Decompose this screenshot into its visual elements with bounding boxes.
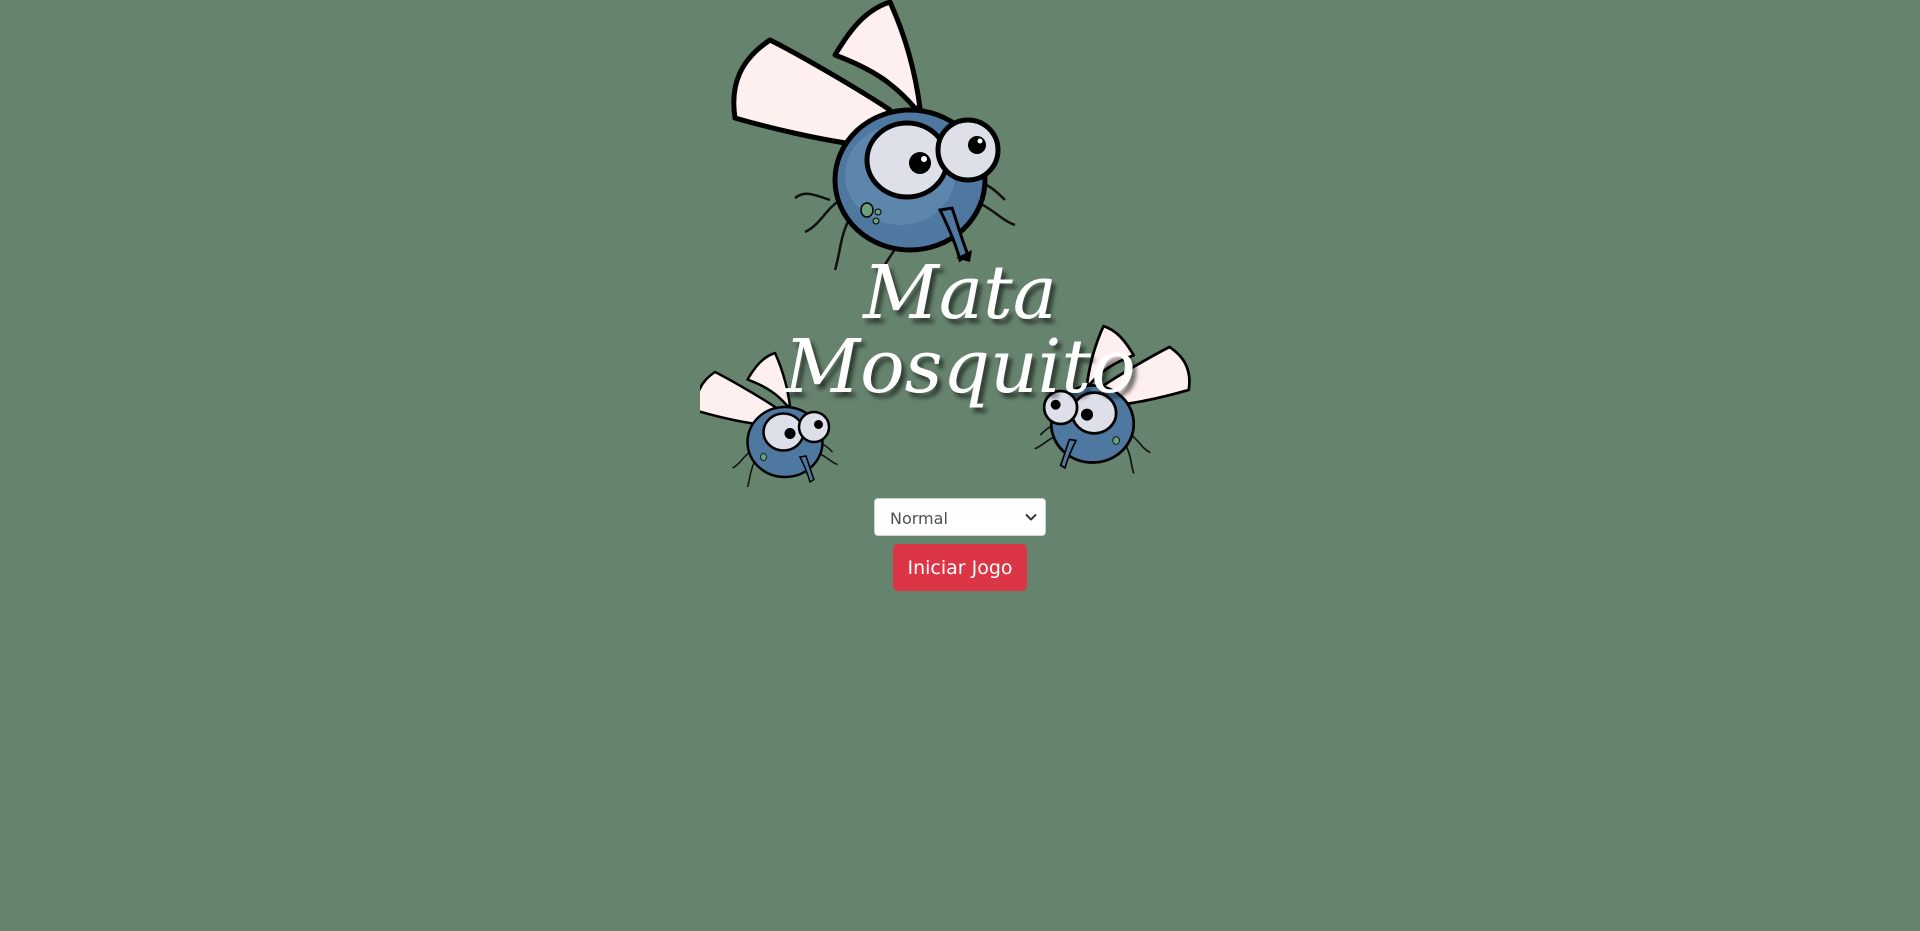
mata-mosquito-logo: Mata Mosquito	[700, 0, 1220, 495]
start-game-button[interactable]: Iniciar Jogo	[893, 544, 1027, 591]
large-mosquito-icon	[731, 0, 1016, 276]
start-controls: Normal Iniciar Jogo	[0, 498, 1920, 591]
game-start-screen: Mata Mosquito Normal Iniciar Jogo	[0, 0, 1920, 931]
difficulty-select[interactable]: Normal	[874, 498, 1046, 536]
difficulty-select-wrapper: Normal	[874, 498, 1046, 536]
logo-artwork: Mata Mosquito	[700, 0, 1191, 488]
game-title-line2: Mosquito	[782, 324, 1135, 410]
